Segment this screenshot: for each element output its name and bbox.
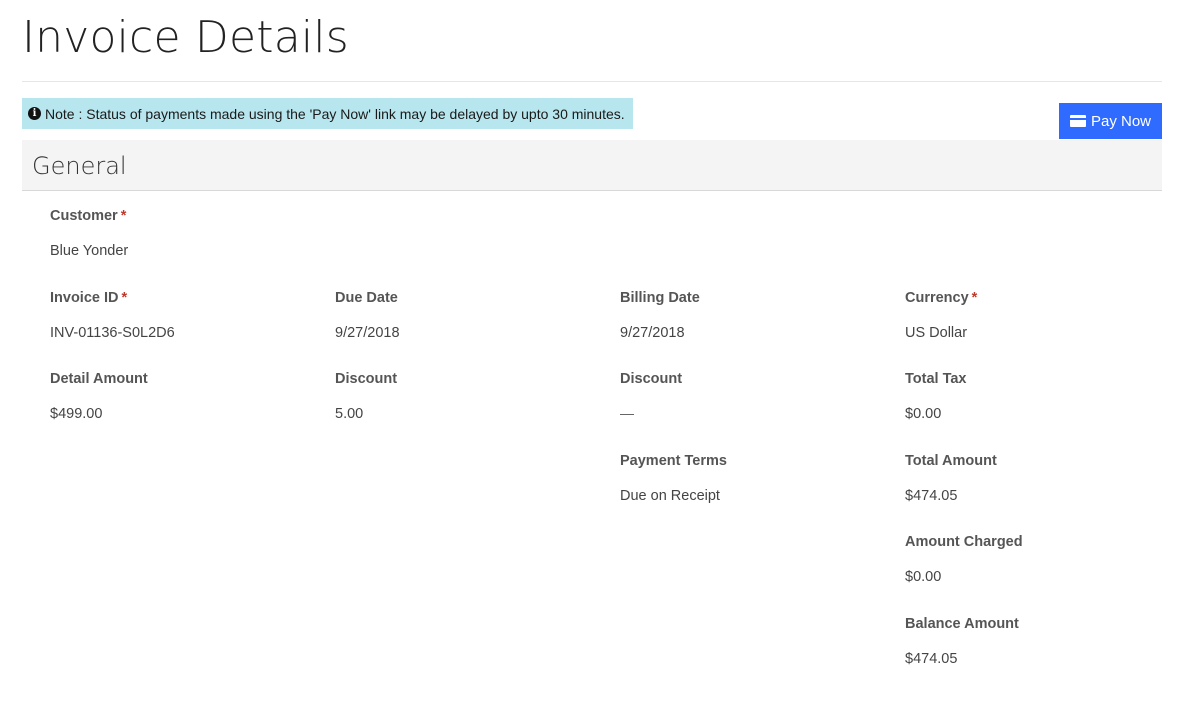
required-marker: *: [971, 290, 978, 306]
title-divider: [22, 81, 1162, 82]
credit-card-icon: [1069, 115, 1086, 127]
payment-status-notice: i Note : Status of payments made using t…: [22, 98, 633, 129]
due-date-label: Due Date: [335, 290, 398, 306]
general-section-header: General: [22, 140, 1162, 191]
billing-date-value: 9/27/2018: [620, 325, 685, 341]
page-title: Invoice Details: [22, 12, 349, 63]
balance-amount-label: Balance Amount: [905, 616, 1019, 632]
payment-terms-value: Due on Receipt: [620, 488, 720, 504]
customer-value: Blue Yonder: [50, 243, 129, 259]
billing-date-field: Billing Date 9/27/2018: [620, 290, 700, 341]
total-amount-field: Total Amount $474.05: [905, 453, 997, 504]
balance-amount-field: Balance Amount $474.05: [905, 616, 1019, 667]
invoice-id-value: INV-01136-S0L2D6: [50, 325, 175, 341]
pay-now-label: Pay Now: [1090, 112, 1152, 130]
discount-percent-field: Discount 5.00: [335, 371, 397, 422]
total-amount-value: $474.05: [905, 488, 958, 504]
discount-percent-value: 5.00: [335, 406, 364, 422]
balance-amount-value: $474.05: [905, 651, 958, 667]
info-circle-icon: i: [28, 107, 41, 120]
discount-amount-label: Discount: [620, 371, 683, 387]
detail-amount-field: Detail Amount $499.00: [50, 371, 148, 422]
empty-value-dash: [620, 414, 634, 415]
currency-value: US Dollar: [905, 325, 968, 341]
total-tax-value: $0.00: [905, 406, 942, 422]
total-tax-label: Total Tax: [905, 371, 967, 387]
customer-label: Customer *: [50, 208, 127, 224]
invoice-id-label: Invoice ID *: [50, 290, 128, 306]
discount-amount-field: Discount: [620, 371, 682, 415]
total-tax-field: Total Tax $0.00: [905, 371, 967, 422]
required-marker: *: [120, 208, 127, 224]
payment-terms-field: Payment Terms Due on Receipt: [620, 453, 727, 504]
invoice-id-field: Invoice ID * INV-01136-S0L2D6: [50, 290, 175, 341]
discount-percent-label: Discount: [335, 371, 398, 387]
amount-charged-label: Amount Charged: [905, 534, 1023, 550]
due-date-field: Due Date 9/27/2018: [335, 290, 400, 341]
currency-field: Currency * US Dollar: [905, 290, 977, 341]
due-date-value: 9/27/2018: [335, 325, 400, 341]
pay-now-button[interactable]: Pay Now: [1059, 103, 1162, 139]
section-title: General: [32, 152, 127, 180]
notice-text: Note : Status of payments made using the…: [45, 105, 625, 122]
payment-terms-label: Payment Terms: [620, 453, 727, 469]
required-marker: *: [121, 290, 128, 306]
total-amount-label: Total Amount: [905, 453, 997, 469]
detail-amount-label: Detail Amount: [50, 371, 148, 387]
amount-charged-field: Amount Charged $0.00: [905, 534, 1023, 585]
detail-amount-value: $499.00: [50, 406, 103, 422]
billing-date-label: Billing Date: [620, 290, 700, 306]
customer-field: Customer * Blue Yonder: [50, 208, 128, 259]
amount-charged-value: $0.00: [905, 569, 942, 585]
currency-label: Currency *: [905, 290, 978, 306]
